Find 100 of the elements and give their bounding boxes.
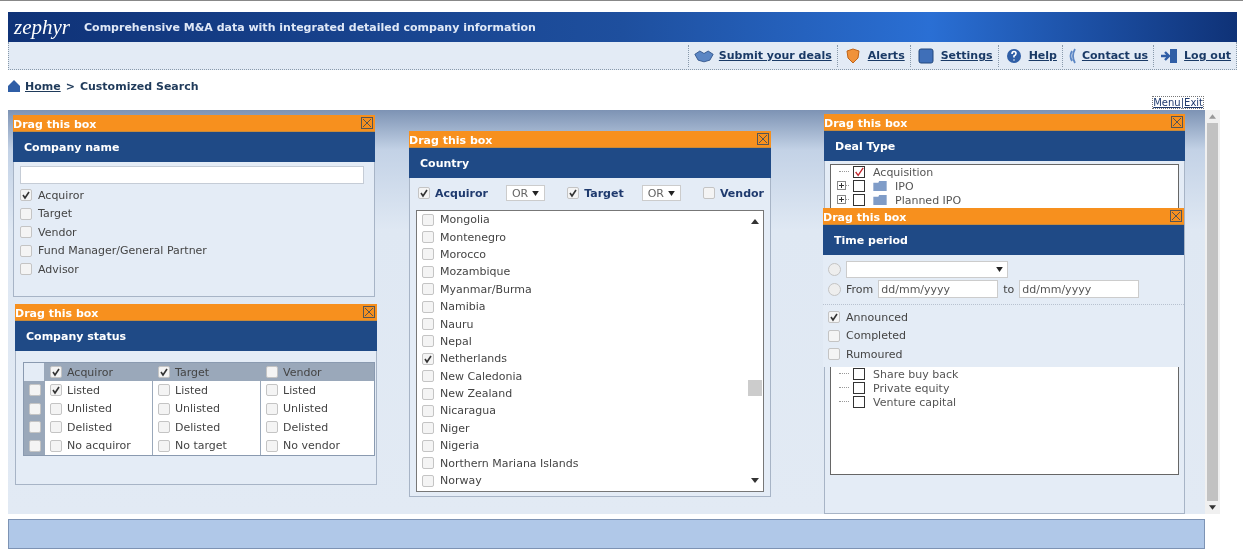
settings-icon — [915, 47, 936, 64]
box-title: Company name — [13, 131, 375, 162]
option-label: Vendor — [38, 225, 77, 239]
from-label: From — [846, 282, 874, 296]
country-label: New Caledonia — [440, 369, 523, 383]
nav-link[interactable]: Settings — [909, 44, 998, 67]
tree-item-label: Share buy back — [873, 367, 959, 381]
country-label: Netherlands — [440, 352, 508, 366]
scroll-down-icon[interactable] — [750, 478, 759, 483]
tree-item-label: Venture capital — [873, 395, 957, 409]
option-label: Announced — [846, 310, 908, 324]
box-title: Deal Type — [824, 130, 1185, 161]
nav-link[interactable]: Submit your deals — [687, 44, 837, 67]
close-icon[interactable] — [1170, 210, 1182, 222]
caret-icon — [667, 190, 675, 196]
checkbox[interactable] — [853, 396, 865, 408]
column-label: Target — [175, 365, 210, 379]
country-label: Nauru — [440, 317, 474, 331]
expand-icon[interactable] — [837, 181, 846, 190]
option-label: Delisted — [67, 420, 113, 434]
option-label: Unlisted — [175, 402, 220, 416]
tagline: Comprehensive M&A data with integrated detailed company information — [84, 20, 536, 34]
close-icon[interactable] — [1171, 116, 1183, 128]
scrollbar-thumb[interactable] — [1207, 123, 1218, 501]
expand-icon[interactable] — [837, 195, 846, 204]
logout-icon — [1159, 47, 1180, 64]
option-label: Delisted — [283, 420, 329, 434]
home-link[interactable]: Home — [25, 79, 61, 93]
box-title: Company status — [15, 320, 377, 351]
menu-link[interactable]: Menu — [1153, 97, 1181, 108]
tree-item-label: IPO — [895, 179, 914, 193]
close-icon[interactable] — [361, 117, 373, 129]
option-label: No target — [175, 439, 227, 453]
close-icon[interactable] — [363, 306, 375, 318]
checkbox[interactable] — [853, 166, 865, 178]
checkbox[interactable] — [853, 194, 865, 206]
role-label: Target — [584, 186, 624, 200]
option-label: Acquiror — [38, 188, 84, 202]
home-icon — [8, 80, 20, 92]
role-label: Vendor — [719, 186, 764, 200]
to-label: to — [1003, 282, 1015, 296]
country-label: Namibia — [440, 300, 486, 314]
tree-item-label: Private equity — [873, 381, 950, 395]
radio-button[interactable] — [828, 262, 841, 276]
caret-icon — [996, 266, 1003, 272]
exit-link[interactable]: Exit — [1184, 97, 1203, 108]
from-date-field[interactable]: dd/mm/yyyy — [878, 280, 999, 298]
page-scrollbar[interactable] — [1205, 110, 1220, 514]
country-label: New Zealand — [440, 387, 513, 401]
breadcrumb-current: Customized Search — [79, 79, 199, 93]
option-label: Unlisted — [67, 402, 112, 416]
close-icon[interactable] — [757, 133, 769, 145]
period-dropdown[interactable] — [846, 260, 1008, 278]
country-label: Mozambique — [440, 265, 511, 279]
scrollbar-thumb[interactable] — [747, 380, 762, 396]
folder-icon — [873, 181, 887, 191]
logo: zephyr — [14, 14, 70, 40]
option-label: Delisted — [175, 420, 221, 434]
country-label: Nepal — [440, 334, 472, 348]
option-label: Target — [38, 207, 73, 221]
option-label: Listed — [67, 383, 100, 397]
box-title: Time period — [823, 224, 1184, 255]
checkbox[interactable] — [853, 368, 865, 380]
option-label: Listed — [283, 383, 316, 397]
country-label: Myanmar/Burma — [440, 282, 532, 296]
column-label: Vendor — [283, 365, 322, 379]
nav-link[interactable]: Help — [997, 44, 1062, 67]
nav-link[interactable]: Alerts — [836, 44, 910, 67]
option-label: Unlisted — [283, 402, 328, 416]
company-name-field[interactable] — [20, 166, 364, 184]
country-label: Norway — [440, 474, 482, 488]
option-label: No vendor — [283, 439, 340, 453]
tree-item-label: Planned IPO — [895, 193, 962, 207]
option-label: Advisor — [38, 262, 79, 276]
country-label: Nigeria — [440, 439, 480, 453]
sound-waves-icon — [1067, 47, 1077, 64]
option-label: Fund Manager/General Partner — [38, 244, 207, 258]
box-title: Country — [409, 147, 771, 178]
nav-link[interactable]: Log out — [1153, 44, 1236, 67]
to-date-field[interactable]: dd/mm/yyyy — [1019, 280, 1140, 298]
country-label: Northern Mariana Islands — [440, 456, 579, 470]
role-label: Acquiror — [435, 186, 488, 200]
checkbox[interactable] — [853, 180, 865, 192]
radio-button[interactable] — [828, 282, 841, 296]
country-label: Nicaragua — [440, 404, 497, 418]
breadcrumb-separator: > — [65, 79, 75, 93]
option-label: Listed — [175, 383, 208, 397]
scroll-up-icon[interactable] — [750, 219, 759, 224]
country-label: Mongolia — [440, 213, 490, 227]
nav-link[interactable]: Contact us — [1061, 44, 1154, 67]
country-label: Morocco — [440, 247, 487, 261]
link-separator: | — [1180, 97, 1185, 108]
option-label: Rumoured — [846, 347, 903, 361]
operator-dropdown[interactable]: OR — [641, 185, 681, 201]
country-label: Montenegro — [440, 230, 506, 244]
scroll-down-icon[interactable] — [1209, 505, 1216, 510]
operator-dropdown[interactable]: OR — [505, 185, 546, 201]
column-label: Acquiror — [67, 365, 113, 379]
option-label: No acquiror — [67, 439, 131, 453]
checkbox[interactable] — [853, 382, 865, 394]
